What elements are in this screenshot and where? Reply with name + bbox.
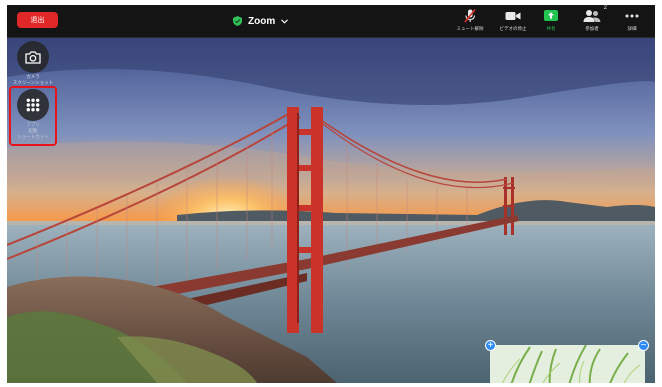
apps-grid-icon: [26, 98, 40, 112]
participants-button[interactable]: 2 参加者: [570, 5, 614, 36]
stop-video-label: ビデオの停止: [499, 27, 527, 32]
meeting-toolbar: 退出 Zoom ミュート解除 ビデオの停止 共有 2 参加者 詳細: [7, 5, 655, 38]
encryption-shield-icon: [233, 16, 242, 26]
share-label: 共有: [546, 27, 556, 32]
share-screen-button[interactable]: 共有: [529, 8, 573, 36]
more-label: 詳細: [627, 27, 637, 32]
chevron-down-icon: [281, 18, 289, 24]
minimize-self-view-button[interactable]: −: [638, 340, 649, 351]
self-view-video[interactable]: [490, 345, 645, 383]
apps-launcher-label: アプリ 起動 ショートカット: [9, 123, 57, 141]
apps-launcher-label-line3: ショートカット: [17, 135, 49, 140]
participants-icon: [583, 10, 601, 22]
leave-button[interactable]: 退出: [17, 12, 58, 28]
share-screen-icon: [544, 10, 558, 21]
more-button[interactable]: 詳細: [610, 8, 654, 36]
zoom-meeting-window: 退出 Zoom ミュート解除 ビデオの停止 共有 2 参加者 詳細 カメラ スク…: [7, 5, 655, 383]
camera-app-button[interactable]: [17, 41, 49, 73]
meeting-title-dropdown[interactable]: Zoom: [233, 13, 289, 29]
mic-muted-icon: [464, 9, 476, 23]
more-icon: [625, 14, 639, 18]
unmute-button[interactable]: ミュート解除: [448, 8, 492, 36]
self-view-grass-image: [490, 345, 645, 383]
expand-self-view-button[interactable]: +: [485, 340, 496, 351]
video-camera-icon: [505, 12, 521, 20]
camera-icon: [25, 50, 41, 64]
apps-launcher-button[interactable]: [17, 89, 49, 121]
unmute-label: ミュート解除: [456, 27, 484, 32]
virtual-background-image: [7, 37, 655, 383]
participant-count-badge: 2: [603, 5, 607, 11]
meeting-title-text: Zoom: [248, 15, 276, 27]
participants-label: 参加者: [585, 27, 599, 32]
